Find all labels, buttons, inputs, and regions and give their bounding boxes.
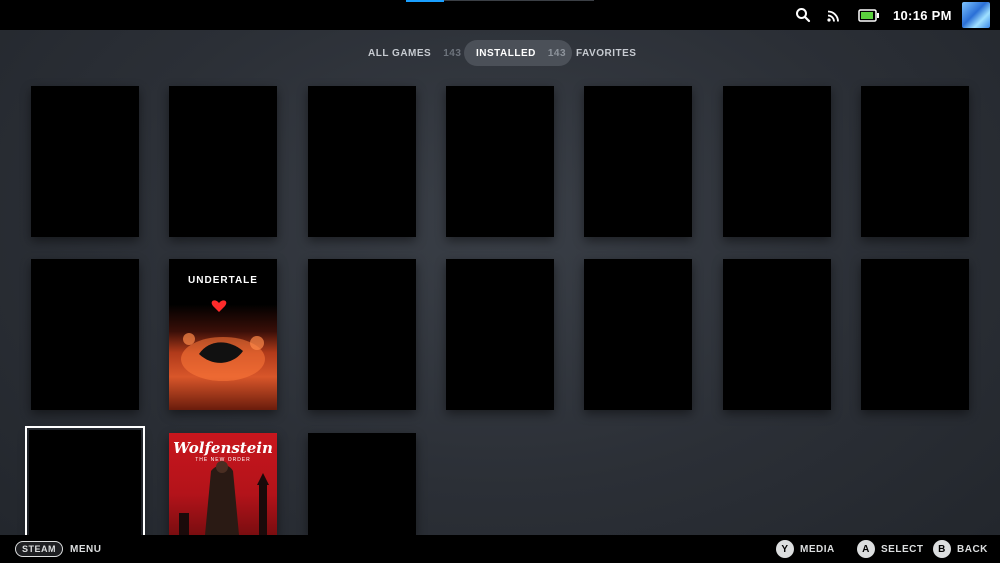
game-card[interactable] — [446, 259, 554, 410]
tab-installed[interactable]: INSTALLED 143 — [464, 40, 573, 66]
wifi-icon[interactable] — [826, 0, 844, 30]
game-card[interactable] — [723, 259, 831, 410]
game-card-wolfenstein[interactable]: Wolfenstein THE NEW ORDER — [169, 433, 277, 535]
game-card[interactable] — [308, 259, 416, 410]
top-progress-track — [444, 0, 594, 1]
game-card[interactable] — [308, 433, 416, 535]
b-button-icon: B — [933, 540, 951, 558]
avatar[interactable] — [962, 2, 990, 28]
menu-label: MENU — [70, 543, 102, 555]
back-hint[interactable]: B BACK — [933, 535, 988, 563]
game-card[interactable] — [308, 86, 416, 237]
media-hint[interactable]: Y MEDIA — [776, 535, 835, 563]
tab-label: FAVORITES — [576, 47, 637, 59]
tab-count: 143 — [443, 47, 462, 59]
game-card-undertale[interactable]: UNDERTALE — [169, 259, 277, 410]
tab-label: INSTALLED — [476, 47, 536, 59]
search-icon[interactable] — [795, 0, 813, 30]
steam-button[interactable]: STEAM — [15, 541, 63, 557]
game-card[interactable] — [584, 259, 692, 410]
undertale-art — [181, 300, 265, 381]
game-card-focused[interactable] — [25, 426, 145, 544]
battery-icon[interactable] — [858, 0, 882, 30]
game-card[interactable] — [31, 259, 139, 410]
select-label: SELECT — [881, 543, 924, 555]
game-card[interactable] — [446, 86, 554, 237]
back-label: BACK — [957, 543, 988, 555]
clock: 10:16 PM — [893, 7, 952, 23]
game-card[interactable] — [584, 86, 692, 237]
select-hint[interactable]: A SELECT — [857, 535, 923, 563]
game-card[interactable] — [861, 259, 969, 410]
tab-all-games[interactable]: ALL GAMES 143 — [368, 40, 461, 66]
tab-count: 143 — [547, 47, 567, 59]
wolfenstein-art — [179, 461, 269, 535]
game-card[interactable] — [31, 86, 139, 237]
game-card[interactable] — [169, 86, 277, 237]
bottom-button-bar: STEAM MENU Y MEDIA A SELECT B BACK — [0, 535, 1000, 563]
media-label: MEDIA — [800, 543, 835, 555]
tab-favorites[interactable]: FAVORITES — [576, 40, 636, 66]
tab-label: ALL GAMES — [368, 47, 432, 59]
game-card[interactable] — [861, 86, 969, 237]
top-status-bar: 10:16 PM — [0, 0, 1000, 30]
top-progress-accent — [406, 0, 444, 2]
game-card[interactable] — [723, 86, 831, 237]
a-button-icon: A — [857, 540, 875, 558]
steam-menu-hint[interactable]: STEAM MENU — [15, 535, 101, 563]
y-button-icon: Y — [776, 540, 794, 558]
